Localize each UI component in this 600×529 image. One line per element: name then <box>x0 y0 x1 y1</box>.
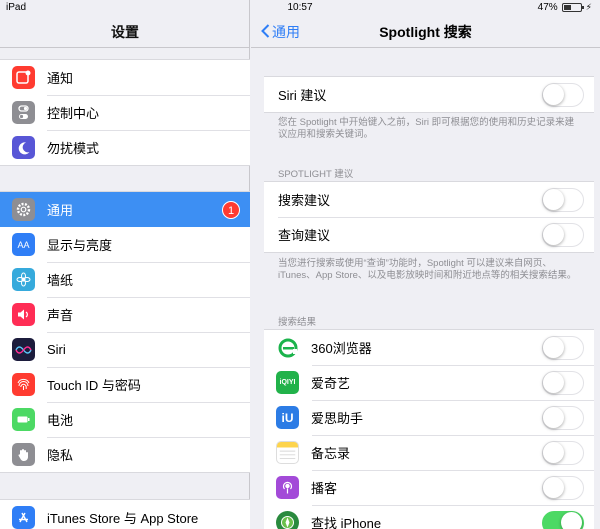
360-browser-toggle[interactable] <box>542 336 584 360</box>
sidebar-item-label: 勿扰模式 <box>47 141 100 156</box>
sidebar-item-wallpaper[interactable]: 墙纸 <box>0 262 250 297</box>
app-label: 备忘录 <box>311 446 351 461</box>
divider <box>0 47 250 48</box>
display-brightness-icon: AA <box>12 233 35 256</box>
sidebar-item-label: Touch ID 与密码 <box>47 378 141 393</box>
sidebar-item-label: 通知 <box>47 71 74 86</box>
spotlight-suggestions-header: SPOTLIGHT 建议 <box>278 169 354 180</box>
sidebar-item-notifications[interactable]: 通知 <box>0 60 250 95</box>
search-results-group: 360浏览器 iQIYI 爱奇艺 iU 爱思助手 备忘录 播客 查找 iPhon… <box>264 329 594 529</box>
360-browser-icon <box>276 336 299 359</box>
sidebar-item-label: 声音 <box>47 308 74 323</box>
app-row-i4-assistant: iU 爱思助手 <box>264 400 594 435</box>
siri-suggestions-group: Siri 建议 <box>264 76 594 113</box>
spotlight-suggestions-note: 当您进行搜索或使用“查询”功能时，Spotlight 可以建议来自网页、iTun… <box>278 258 577 281</box>
hand-icon <box>12 443 35 466</box>
find-iphone-toggle[interactable] <box>542 511 584 529</box>
search-suggestions-toggle[interactable] <box>542 188 584 212</box>
siri-suggestions-label: Siri 建议 <box>278 88 327 103</box>
sidebar-group-1: 通知 控制中心 勿扰模式 <box>0 59 250 166</box>
podcast-icon <box>276 476 299 499</box>
notes-toggle[interactable] <box>542 441 584 465</box>
iqiyi-toggle[interactable] <box>542 371 584 395</box>
battery-status: 47% ⚡ <box>538 2 592 13</box>
sidebar-title: 设置 <box>111 24 139 40</box>
search-suggestions-label: 搜索建议 <box>278 193 331 208</box>
search-results-header: 搜索结果 <box>278 317 317 328</box>
charging-icon: ⚡ <box>585 2 592 12</box>
notes-icon <box>276 441 299 464</box>
sound-icon <box>12 303 35 326</box>
app-label: 播客 <box>311 481 338 496</box>
app-row-podcasts: 播客 <box>264 470 594 505</box>
siri-suggestions-note: 您在 Spotlight 中开始键入之前，Siri 即可根据您的使用和历史记录来… <box>278 117 575 140</box>
app-label: 爱思助手 <box>311 411 364 426</box>
sidebar-item-label: 电池 <box>47 413 74 428</box>
siri-icon <box>12 338 35 361</box>
app-row-find-iphone: 查找 iPhone <box>264 505 594 529</box>
sidebar-item-label: Siri <box>47 342 66 357</box>
notifications-icon <box>12 66 35 89</box>
app-label: 查找 iPhone <box>311 516 382 529</box>
siri-suggestions-toggle[interactable] <box>542 83 584 107</box>
sidebar-item-label: 控制中心 <box>47 106 100 121</box>
sidebar-group-2: 通用 1 AA 显示与亮度 墙纸 声音 Siri Touch ID 与密码 电池… <box>0 191 250 473</box>
sidebar-item-touch-id[interactable]: Touch ID 与密码 <box>0 367 250 402</box>
sidebar-item-label: iTunes Store 与 App Store <box>47 511 199 526</box>
app-row-360-browser: 360浏览器 <box>264 330 594 365</box>
sidebar-group-3: iTunes Store 与 App Store <box>0 499 250 529</box>
battery-icon <box>12 408 35 431</box>
settings-sidebar: 设置 通知 控制中心 勿扰模式 通用 1 AA 显示与亮度 墙纸 声音 Siri… <box>0 0 250 529</box>
battery-percent: 47% <box>537 2 558 13</box>
fingerprint-icon <box>12 373 35 396</box>
sidebar-item-label: 通用 <box>47 203 74 218</box>
sidebar-item-itunes-app-store[interactable]: iTunes Store 与 App Store <box>0 500 250 529</box>
control-center-icon <box>12 101 35 124</box>
settings-screen: 设置 通知 控制中心 勿扰模式 通用 1 AA 显示与亮度 墙纸 声音 Siri… <box>0 0 600 529</box>
spotlight-search-detail: 通用 Spotlight 搜索 Siri 建议 您在 Spotlight 中开始… <box>251 0 600 529</box>
app-label: 爱奇艺 <box>311 376 351 391</box>
iqiyi-icon: iQIYI <box>276 371 299 394</box>
page-title: Spotlight 搜索 <box>379 24 472 40</box>
sidebar-item-label: 显示与亮度 <box>47 238 113 253</box>
sidebar-item-battery[interactable]: 电池 <box>0 402 250 437</box>
app-row-notes: 备忘录 <box>264 435 594 470</box>
search-suggestions-row: 搜索建议 <box>264 182 594 217</box>
status-bar: iPad 10:57 47% ⚡ <box>0 0 600 14</box>
clock: 10:57 <box>287 2 313 13</box>
lookup-suggestions-row: 查询建议 <box>264 217 594 252</box>
i4-assistant-toggle[interactable] <box>542 406 584 430</box>
app-label: 360浏览器 <box>311 341 372 356</box>
lookup-suggestions-label: 查询建议 <box>278 228 331 243</box>
sidebar-item-label: 隐私 <box>47 448 74 463</box>
battery-icon <box>561 3 584 12</box>
notification-badge: 1 <box>222 201 240 219</box>
siri-suggestions-row: Siri 建议 <box>264 77 594 112</box>
find-iphone-icon <box>276 511 299 529</box>
sidebar-item-control-center[interactable]: 控制中心 <box>0 95 250 130</box>
app-store-icon <box>12 506 35 529</box>
sidebar-item-do-not-disturb[interactable]: 勿扰模式 <box>0 130 250 165</box>
i4-assistant-icon: iU <box>276 406 299 429</box>
sidebar-item-privacy[interactable]: 隐私 <box>0 437 250 472</box>
divider <box>251 47 600 48</box>
sidebar-item-siri[interactable]: Siri <box>0 332 250 367</box>
sidebar-item-label: 墙纸 <box>47 273 74 288</box>
moon-icon <box>12 136 35 159</box>
gear-icon <box>12 198 35 221</box>
sidebar-item-sounds[interactable]: 声音 <box>0 297 250 332</box>
wallpaper-icon <box>12 268 35 291</box>
sidebar-item-general[interactable]: 通用 1 <box>0 192 250 227</box>
podcasts-toggle[interactable] <box>542 476 584 500</box>
spotlight-suggestions-group: 搜索建议 查询建议 <box>264 181 594 253</box>
app-row-iqiyi: iQIYI 爱奇艺 <box>264 365 594 400</box>
sidebar-item-display-brightness[interactable]: AA 显示与亮度 <box>0 227 250 262</box>
lookup-suggestions-toggle[interactable] <box>542 223 584 247</box>
